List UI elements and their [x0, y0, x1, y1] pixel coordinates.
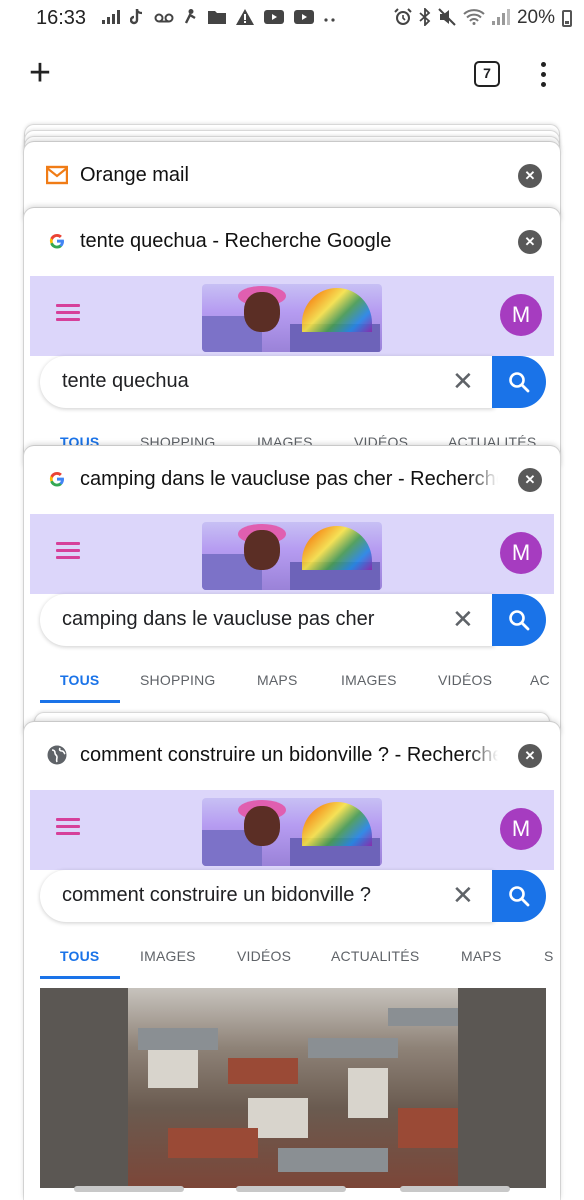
slum-result-image[interactable]: [40, 988, 546, 1188]
wifi-icon: [463, 8, 485, 28]
nav-tab-actualites[interactable]: ACTUALITÉS: [331, 948, 419, 964]
clear-search-icon[interactable]: ✕: [452, 605, 474, 633]
account-avatar[interactable]: M: [500, 294, 542, 336]
search-button[interactable]: [492, 870, 546, 922]
search-bar: comment construire un bidonville ? ✕: [40, 870, 546, 922]
tab-switcher-toolbar: + 7: [0, 52, 584, 96]
nav-tab-maps[interactable]: MAPS: [257, 672, 297, 688]
tiktok-icon: [129, 8, 144, 28]
close-tab-icon[interactable]: ✕: [518, 164, 542, 188]
active-tab-indicator: [40, 976, 120, 979]
tab-card-camping-vaucluse[interactable]: camping dans le vaucluse pas cher - Rech…: [24, 446, 560, 736]
search-query: comment construire un bidonville ?: [62, 884, 372, 906]
battery-icon: [562, 9, 572, 27]
battery-percent: 20%: [516, 7, 555, 28]
folder-icon: [208, 10, 227, 27]
nav-handle-home[interactable]: [236, 1186, 346, 1192]
search-icon: [509, 886, 530, 907]
google-doodle-image[interactable]: [202, 522, 382, 590]
voicemail-icon: [154, 11, 174, 26]
status-time: 16:33: [36, 6, 87, 29]
nav-tab-images[interactable]: IMAGES: [341, 672, 397, 688]
account-avatar[interactable]: M: [500, 532, 542, 574]
search-button[interactable]: [492, 594, 546, 646]
google-icon: [46, 468, 68, 490]
search-bar: camping dans le vaucluse pas cher ✕: [40, 594, 546, 646]
search-button[interactable]: [492, 356, 546, 408]
nav-tab-tous[interactable]: TOUS: [60, 948, 99, 964]
nav-tab-shopping[interactable]: SHOPPING: [140, 672, 216, 688]
bluetooth-icon: [419, 6, 431, 29]
google-doodle-image[interactable]: [202, 798, 382, 866]
close-tab-icon[interactable]: ✕: [518, 468, 542, 492]
nav-handle-back[interactable]: [400, 1186, 510, 1192]
search-nav-tabs: TOUS SHOPPING MAPS IMAGES VIDÉOS AC: [30, 660, 554, 704]
accessibility-icon: [184, 8, 198, 28]
search-icon: [509, 372, 530, 393]
clear-search-icon[interactable]: ✕: [452, 367, 474, 395]
nav-tab-maps[interactable]: MAPS: [461, 948, 501, 964]
tab-title: Orange mail: [80, 162, 498, 188]
nav-tab-tous[interactable]: TOUS: [60, 672, 99, 688]
tab-title: tente quechua - Recherche Google: [80, 228, 498, 254]
tab-card-bidonville[interactable]: comment construire un bidonville ? - Rec…: [24, 722, 560, 1200]
hamburger-menu-icon[interactable]: [56, 304, 80, 322]
tab-preview: M comment construire un bidonville ? ✕ T…: [30, 790, 554, 1200]
google-doodle-image[interactable]: [202, 284, 382, 352]
search-icon: [509, 610, 530, 631]
nav-handle-recents[interactable]: [74, 1186, 184, 1192]
tab-preview: M tente quechua ✕ TOUS SHOPPING IMAGES V…: [30, 276, 554, 468]
google-header: M: [30, 514, 554, 594]
nav-tab-actualites[interactable]: AC: [530, 672, 550, 688]
youtube-icon: [294, 9, 315, 27]
hamburger-menu-icon[interactable]: [56, 818, 80, 836]
more-options-icon[interactable]: [536, 60, 550, 90]
nav-tab-images[interactable]: IMAGES: [140, 948, 196, 964]
google-header: M: [30, 790, 554, 870]
google-header: M: [30, 276, 554, 356]
nav-tab-shopping[interactable]: S: [544, 948, 554, 964]
search-query: camping dans le vaucluse pas cher: [62, 608, 375, 630]
google-icon: [46, 230, 68, 252]
orange-mail-icon: [45, 164, 69, 186]
mute-icon: [438, 7, 456, 29]
account-avatar[interactable]: M: [500, 808, 542, 850]
data-usage-icon: [102, 9, 121, 27]
tab-title: comment construire un bidonville ? - Rec…: [80, 742, 498, 768]
search-bar: tente quechua ✕: [40, 356, 546, 408]
status-bar: 16:33 20%: [0, 0, 584, 36]
search-input[interactable]: tente quechua ✕: [40, 356, 494, 408]
close-tab-icon[interactable]: ✕: [518, 230, 542, 254]
hamburger-menu-icon[interactable]: [56, 542, 80, 560]
more-dots-icon: [324, 11, 336, 26]
alarm-icon: [394, 7, 412, 29]
search-query: tente quechua: [62, 370, 189, 392]
nav-tab-videos[interactable]: VIDÉOS: [438, 672, 492, 688]
active-tab-indicator: [40, 700, 120, 703]
signal-icon: [491, 8, 510, 28]
new-tab-button[interactable]: +: [22, 52, 58, 96]
tab-preview: M camping dans le vaucluse pas cher ✕ TO…: [30, 514, 554, 736]
close-tab-icon[interactable]: ✕: [518, 744, 542, 768]
nav-tab-videos[interactable]: VIDÉOS: [237, 948, 291, 964]
search-nav-tabs: TOUS IMAGES VIDÉOS ACTUALITÉS MAPS S: [30, 936, 554, 980]
tab-card-tente-quechua[interactable]: tente quechua - Recherche Google ✕ M ten…: [24, 208, 560, 468]
search-input[interactable]: camping dans le vaucluse pas cher ✕: [40, 594, 494, 646]
search-input[interactable]: comment construire un bidonville ? ✕: [40, 870, 494, 922]
clear-search-icon[interactable]: ✕: [452, 881, 474, 909]
youtube-icon: [264, 9, 285, 27]
tab-count-button[interactable]: 7: [474, 61, 500, 87]
tab-title: camping dans le vaucluse pas cher - Rech…: [80, 466, 498, 492]
globe-icon: [46, 744, 68, 766]
warning-icon: [236, 8, 255, 28]
